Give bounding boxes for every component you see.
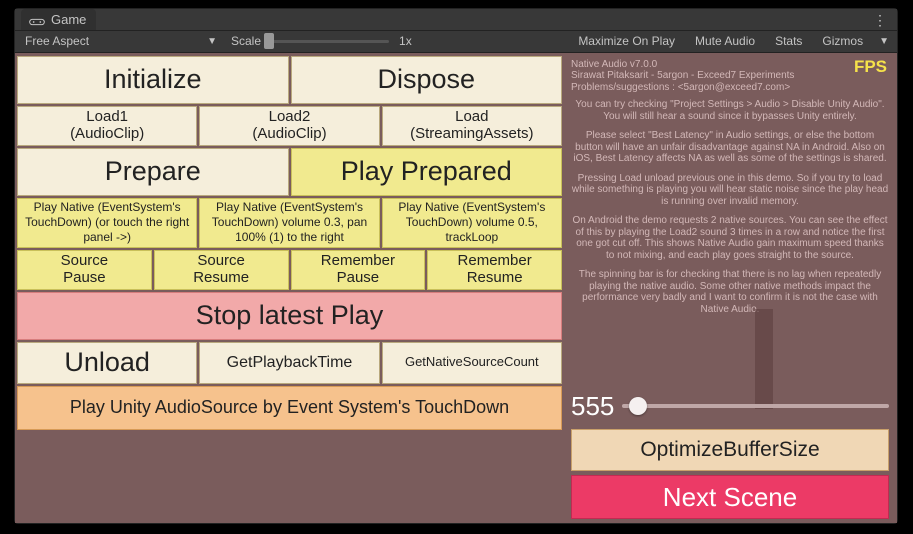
- right-info-panel[interactable]: FPS Native Audio v7.0.0 Sirawat Pitaksar…: [563, 53, 897, 524]
- slider-value: 555: [571, 391, 614, 422]
- remember-resume-button[interactable]: Remember Resume: [427, 250, 562, 290]
- scale-label: Scale: [231, 34, 261, 48]
- chevron-down-icon: ▼: [207, 36, 217, 47]
- get-native-source-count-button[interactable]: GetNativeSourceCount: [382, 342, 562, 384]
- prepare-button[interactable]: Prepare: [17, 148, 289, 196]
- info-p2: Please select "Best Latency" in Audio se…: [571, 130, 889, 165]
- left-button-panel: Initialize Dispose Load1 (AudioClip) Loa…: [15, 53, 563, 524]
- slider-track: [622, 404, 889, 408]
- source-pause-button[interactable]: Source Pause: [17, 250, 152, 290]
- unload-button[interactable]: Unload: [17, 342, 197, 384]
- aspect-value: Free Aspect: [25, 34, 89, 48]
- game-window: Game ⋮ Free Aspect ▼ Scale 1x Maximize O…: [14, 8, 898, 524]
- tab-label: Game: [51, 12, 86, 27]
- fps-label: FPS: [854, 57, 887, 77]
- slider-thumb: [629, 397, 647, 415]
- source-resume-button[interactable]: Source Resume: [154, 250, 289, 290]
- game-toolbar: Free Aspect ▼ Scale 1x Maximize On Play …: [15, 31, 897, 53]
- info-text: Native Audio v7.0.0 Sirawat Pitaksarit -…: [571, 59, 889, 324]
- value-slider-row: 555: [571, 387, 889, 425]
- spin-bar: [755, 309, 773, 409]
- scale-track: [269, 40, 389, 43]
- play-prepared-button[interactable]: Play Prepared: [291, 148, 563, 196]
- info-p5: The spinning bar is for checking that th…: [571, 269, 889, 315]
- scale-thumb: [264, 33, 274, 49]
- window-menu-icon[interactable]: ⋮: [869, 13, 891, 27]
- play-unity-audiosource-button[interactable]: Play Unity AudioSource by Event System's…: [17, 386, 562, 430]
- play-native-vol03-button[interactable]: Play Native (EventSystem's TouchDown) vo…: [199, 198, 379, 248]
- next-scene-button[interactable]: Next Scene: [571, 475, 889, 519]
- optimize-buffer-size-button[interactable]: OptimizeBufferSize: [571, 429, 889, 471]
- gamepad-icon: [29, 15, 45, 25]
- app-title: Native Audio v7.0.0: [571, 59, 889, 71]
- dispose-button[interactable]: Dispose: [291, 56, 563, 104]
- initialize-button[interactable]: Initialize: [17, 56, 289, 104]
- stats-button[interactable]: Stats: [769, 32, 808, 50]
- app-author: Sirawat Pitaksarit - 5argon - Exceed7 Ex…: [571, 70, 889, 82]
- load1-audioclip-button[interactable]: Load1 (AudioClip): [17, 106, 197, 146]
- play-native-touchdown-button[interactable]: Play Native (EventSystem's TouchDown) (o…: [17, 198, 197, 248]
- tab-game[interactable]: Game: [21, 9, 96, 30]
- gizmos-button[interactable]: Gizmos: [816, 32, 869, 50]
- chevron-down-icon[interactable]: ▼: [877, 36, 891, 47]
- load2-audioclip-button[interactable]: Load2 (AudioClip): [199, 106, 379, 146]
- app-contact: Problems/suggestions : <5argon@exceed7.c…: [571, 82, 889, 94]
- info-p1: You can try checking "Project Settings >…: [571, 99, 889, 122]
- get-playback-time-button[interactable]: GetPlaybackTime: [199, 342, 379, 384]
- aspect-dropdown[interactable]: Free Aspect ▼: [21, 32, 221, 50]
- info-p4: On Android the demo requests 2 native so…: [571, 215, 889, 261]
- scale-value: 1x: [399, 34, 412, 48]
- spin-bar-area: [571, 329, 889, 383]
- stop-latest-play-button[interactable]: Stop latest Play: [17, 292, 562, 340]
- play-native-vol05-loop-button[interactable]: Play Native (EventSystem's TouchDown) vo…: [382, 198, 562, 248]
- mute-audio-button[interactable]: Mute Audio: [689, 32, 761, 50]
- remember-pause-button[interactable]: Remember Pause: [291, 250, 426, 290]
- load-streamingassets-button[interactable]: Load (StreamingAssets): [382, 106, 562, 146]
- info-p3: Pressing Load unload previous one in thi…: [571, 173, 889, 208]
- maximize-on-play-button[interactable]: Maximize On Play: [572, 32, 681, 50]
- window-tabbar: Game ⋮: [15, 9, 897, 31]
- scale-slider[interactable]: [269, 33, 389, 49]
- game-view: Initialize Dispose Load1 (AudioClip) Loa…: [15, 53, 897, 524]
- value-slider[interactable]: [622, 396, 889, 416]
